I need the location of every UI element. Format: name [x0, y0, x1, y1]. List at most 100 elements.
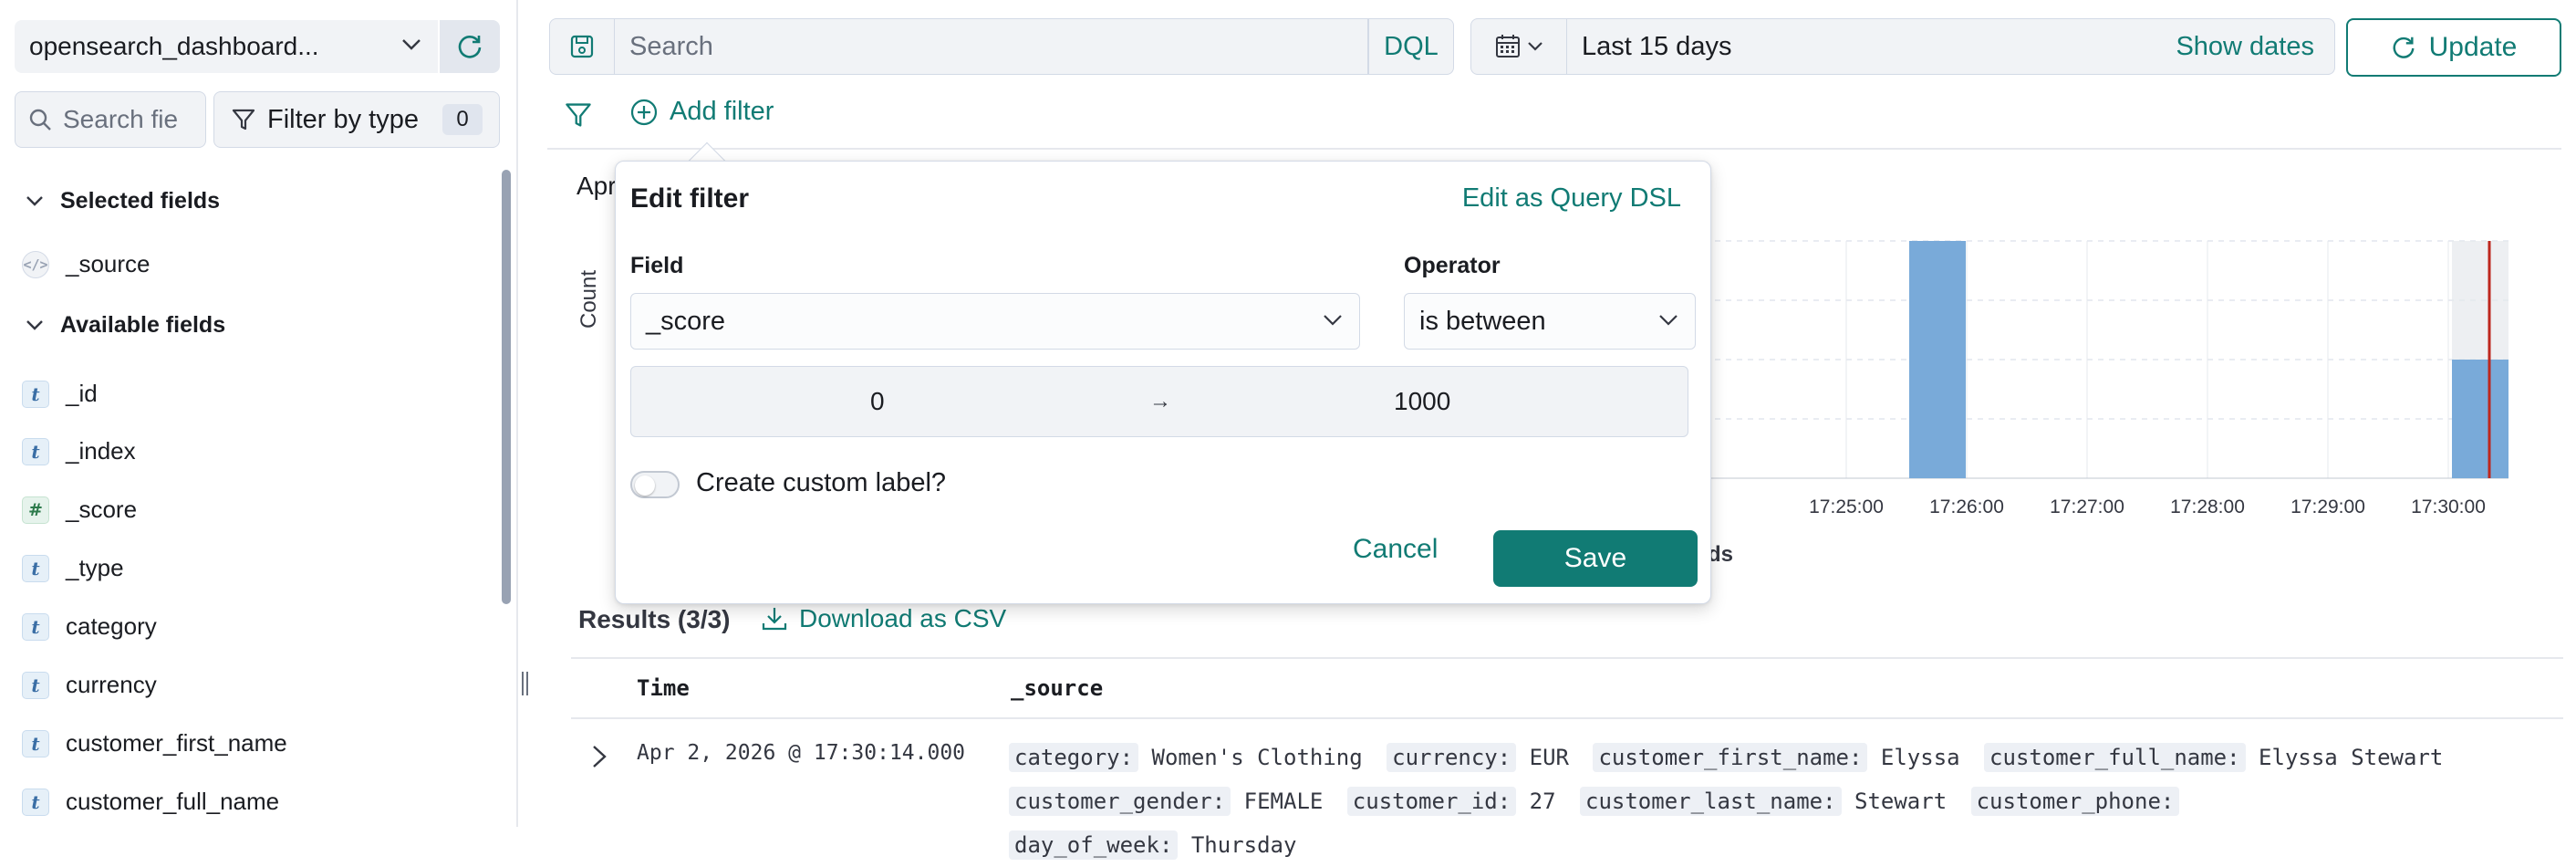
- source-field-pair: day_of_week: Thursday: [1009, 830, 1296, 860]
- row-expand-button[interactable]: [589, 743, 609, 770]
- field-row-index[interactable]: t _index: [22, 437, 136, 465]
- show-dates-link[interactable]: Show dates: [2176, 32, 2314, 62]
- sidebar: opensearch_dashboard... Search fie Filte…: [0, 0, 518, 827]
- column-header-source[interactable]: _source: [1011, 675, 1103, 701]
- range-to-input[interactable]: 1000: [1394, 387, 1450, 416]
- refresh-icon: [456, 33, 483, 60]
- source-key: customer_first_name:: [1593, 743, 1868, 772]
- chevron-down-icon: [1658, 314, 1678, 327]
- x-tick-label: 17:27:00: [2050, 496, 2124, 517]
- download-csv-button[interactable]: Download as CSV: [761, 604, 1006, 633]
- index-pattern-label: opensearch_dashboard...: [29, 32, 319, 60]
- field-select[interactable]: _score: [630, 293, 1360, 350]
- field-search-placeholder: Search fie: [63, 105, 179, 133]
- field-row-score[interactable]: # _score: [22, 496, 137, 524]
- column-header-time[interactable]: Time: [637, 675, 690, 701]
- query-search-input[interactable]: Search: [615, 18, 1368, 75]
- saved-query-button[interactable]: [549, 18, 615, 75]
- refresh-button[interactable]: [440, 20, 500, 73]
- table-cell-time: Apr 2, 2026 @ 17:30:14.000: [637, 741, 966, 765]
- source-key: customer_id:: [1346, 787, 1517, 816]
- field-row-customer-full-name[interactable]: t customer_full_name: [22, 788, 279, 816]
- field-name: customer_full_name: [66, 788, 280, 815]
- chevron-down-icon: [1323, 314, 1343, 327]
- download-icon: [761, 605, 788, 632]
- date-range-display[interactable]: Last 15 days Show dates: [1567, 18, 2335, 75]
- string-field-icon: t: [22, 788, 49, 816]
- source-value: 27: [1529, 789, 1556, 814]
- range-input: 0 → 1000: [630, 366, 1688, 437]
- index-pattern-select[interactable]: opensearch_dashboard...: [15, 20, 438, 73]
- x-tick-label: 17:26:00: [1929, 496, 2004, 517]
- filter-options-icon[interactable]: [564, 100, 593, 130]
- sidebar-resize-handle[interactable]: [522, 672, 531, 695]
- edit-as-query-dsl-link[interactable]: Edit as Query DSL: [1462, 183, 1681, 214]
- source-field-pair: category: Women's Clothing: [1009, 743, 1363, 772]
- field-row-source[interactable]: </> _source: [22, 250, 151, 278]
- results-title: Results (3/3): [578, 605, 731, 633]
- download-csv-label: Download as CSV: [799, 604, 1007, 632]
- field-row-category[interactable]: t category: [22, 612, 157, 641]
- range-from-input[interactable]: 0: [870, 387, 885, 416]
- quick-date-menu-button[interactable]: [1470, 18, 1567, 75]
- field-select-value: _score: [646, 306, 726, 336]
- field-label: Field: [630, 253, 684, 278]
- edit-filter-title: Edit filter: [630, 183, 750, 214]
- sidebar-scrollbar[interactable]: [502, 170, 511, 604]
- search-icon: [28, 108, 52, 131]
- source-value: EUR: [1529, 745, 1569, 770]
- source-value: Women's Clothing: [1151, 745, 1363, 770]
- histogram-bar: [2452, 360, 2508, 478]
- field-name: _source: [66, 250, 151, 277]
- source-field-pair: customer_first_name: Elyssa: [1593, 743, 1960, 772]
- available-fields-header[interactable]: Available fields: [26, 312, 225, 339]
- plus-circle-icon: [629, 98, 659, 127]
- source-field-pair: customer_full_name: Elyssa Stewart: [1984, 743, 2444, 772]
- source-value: Stewart: [1854, 789, 1948, 814]
- field-search-input[interactable]: Search fie: [15, 91, 206, 148]
- x-axis-title: ds: [1708, 542, 1734, 567]
- available-fields-title: Available fields: [60, 312, 226, 338]
- field-name: _id: [66, 380, 98, 407]
- source-field-pair: customer_id: 27: [1346, 787, 1556, 816]
- filter-by-type-button[interactable]: Filter by type 0: [213, 91, 500, 148]
- chevron-down-icon: [401, 38, 421, 51]
- divider: [571, 717, 2563, 719]
- custom-label-text: Create custom label?: [696, 468, 947, 497]
- source-key: day_of_week:: [1009, 830, 1179, 860]
- table-cell-source: category: Women's Clothing currency: EUR…: [1009, 736, 2468, 867]
- source-key: customer_last_name:: [1580, 787, 1842, 816]
- date-range-label: Last 15 days: [1582, 31, 1732, 61]
- dql-language-button[interactable]: DQL: [1368, 18, 1454, 75]
- divider: [547, 148, 2561, 150]
- save-button[interactable]: Save: [1493, 530, 1698, 587]
- add-filter-button[interactable]: Add filter: [629, 97, 774, 127]
- filter-by-type-label: Filter by type: [267, 104, 419, 134]
- histogram-title: Apr: [576, 172, 617, 200]
- update-label: Update: [2428, 32, 2518, 62]
- operator-select-value: is between: [1419, 306, 1546, 336]
- field-row-customer-first-name[interactable]: t customer_first_name: [22, 729, 287, 757]
- save-icon: [569, 34, 595, 59]
- x-tick-label: 17:28:00: [2170, 496, 2245, 517]
- filter-count-badge: 0: [442, 104, 483, 135]
- chevron-down-icon: [26, 195, 44, 208]
- update-button[interactable]: Update: [2346, 18, 2561, 77]
- cancel-button[interactable]: Cancel: [1353, 534, 1438, 565]
- source-field-pair: customer_phone:: [1970, 787, 2180, 816]
- custom-label-toggle[interactable]: [630, 471, 680, 498]
- field-row-type[interactable]: t _type: [22, 554, 124, 582]
- refresh-icon: [2391, 35, 2416, 60]
- source-field-pair: customer_gender: FEMALE: [1009, 787, 1323, 816]
- filter-icon: [231, 107, 256, 132]
- source-key: category:: [1009, 743, 1139, 772]
- source-field-icon: </>: [22, 250, 49, 278]
- selected-fields-header[interactable]: Selected fields: [26, 188, 220, 214]
- operator-select[interactable]: is between: [1404, 293, 1696, 350]
- divider: [571, 657, 2563, 659]
- field-row-id[interactable]: t _id: [22, 380, 98, 408]
- string-field-icon: t: [22, 437, 49, 465]
- field-row-currency[interactable]: t currency: [22, 671, 157, 699]
- source-value: Elyssa Stewart: [2259, 745, 2444, 770]
- histogram-bar: [1909, 241, 1966, 478]
